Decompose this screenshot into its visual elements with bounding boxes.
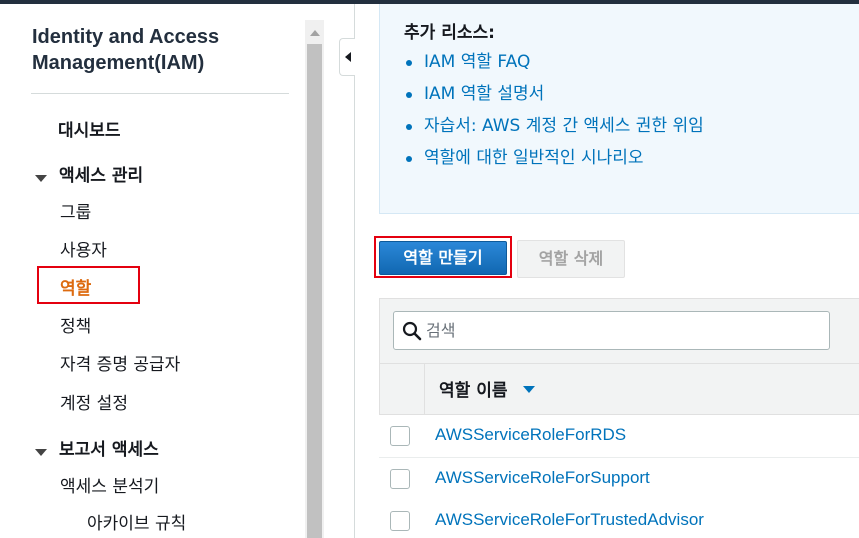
resource-link-faq[interactable]: IAM 역할 FAQ: [424, 52, 530, 72]
sidebar-item-identity-providers[interactable]: 자격 증명 공급자: [60, 354, 180, 376]
resource-link-docs[interactable]: IAM 역할 설명서: [424, 84, 544, 104]
chevron-left-icon: [345, 52, 351, 62]
sidebar-item-dashboard[interactable]: 대시보드: [58, 120, 121, 142]
bullet-icon: [406, 92, 412, 98]
sidebar-item-policies[interactable]: 정책: [60, 316, 91, 338]
sidebar-item-account-settings[interactable]: 계정 설정: [60, 393, 128, 415]
resource-link-scenarios[interactable]: 역할에 대한 일반적인 시나리오: [424, 148, 644, 168]
create-role-button[interactable]: 역할 만들기: [379, 241, 507, 275]
table-header: 역할 이름: [379, 364, 859, 415]
bullet-icon: [406, 124, 412, 130]
list-item: 역할에 대한 일반적인 시나리오: [406, 146, 704, 178]
search-icon: [402, 321, 422, 341]
sidebar-item-archive-rules[interactable]: 아카이브 규칙: [87, 513, 186, 535]
sort-descending-icon[interactable]: [523, 386, 535, 393]
role-name-link[interactable]: AWSServiceRoleForSupport: [435, 468, 650, 488]
scroll-up-icon[interactable]: [310, 30, 320, 36]
caret-down-icon[interactable]: [35, 175, 47, 182]
sidebar: Identity and Access Management(IAM) 대시보드…: [0, 4, 305, 538]
select-column-header: [380, 364, 425, 414]
panel-divider: [354, 4, 355, 538]
role-name-link[interactable]: AWSServiceRoleForTrustedAdvisor: [435, 510, 704, 530]
resources-heading: 추가 리소스:: [404, 23, 495, 43]
sidebar-scrollbar-thumb[interactable]: [307, 44, 322, 538]
column-header-role-name[interactable]: 역할 이름: [439, 376, 507, 401]
row-checkbox[interactable]: [390, 511, 410, 531]
bullet-icon: [406, 156, 412, 162]
search-input[interactable]: [426, 312, 826, 349]
sidebar-item-access-analyzer[interactable]: 액세스 분석기: [60, 476, 159, 498]
sidebar-section-report-access[interactable]: 보고서 액세스: [59, 439, 159, 461]
sidebar-item-users[interactable]: 사용자: [60, 240, 107, 262]
sidebar-section-access-management[interactable]: 액세스 관리: [59, 165, 143, 187]
collapse-sidebar-button[interactable]: [339, 38, 355, 76]
list-item: IAM 역할 FAQ: [406, 50, 704, 82]
list-item: 자습서: AWS 계정 간 액세스 권한 위임: [406, 114, 704, 146]
caret-down-icon[interactable]: [35, 449, 47, 456]
resource-link-tutorial[interactable]: 자습서: AWS 계정 간 액세스 권한 위임: [424, 116, 704, 136]
row-checkbox[interactable]: [390, 426, 410, 446]
table-row: AWSServiceRoleForRDS: [379, 415, 859, 458]
list-item: IAM 역할 설명서: [406, 82, 704, 114]
sidebar-item-groups[interactable]: 그룹: [60, 202, 91, 224]
additional-resources-panel: 추가 리소스: IAM 역할 FAQ IAM 역할 설명서 자습서: AWS 계…: [379, 4, 859, 214]
role-name-link[interactable]: AWSServiceRoleForRDS: [435, 425, 626, 445]
bullet-icon: [406, 60, 412, 66]
row-checkbox[interactable]: [390, 469, 410, 489]
search-box[interactable]: [393, 311, 830, 350]
table-row: AWSServiceRoleForSupport: [379, 458, 859, 501]
table-row: AWSServiceRoleForTrustedAdvisor: [379, 500, 859, 538]
resources-list: IAM 역할 FAQ IAM 역할 설명서 자습서: AWS 계정 간 액세스 …: [406, 50, 704, 178]
sidebar-item-roles[interactable]: 역할: [60, 278, 91, 300]
delete-role-button: 역할 삭제: [517, 240, 625, 278]
sidebar-title: Identity and Access Management(IAM): [32, 26, 220, 74]
sidebar-divider: [31, 93, 289, 94]
